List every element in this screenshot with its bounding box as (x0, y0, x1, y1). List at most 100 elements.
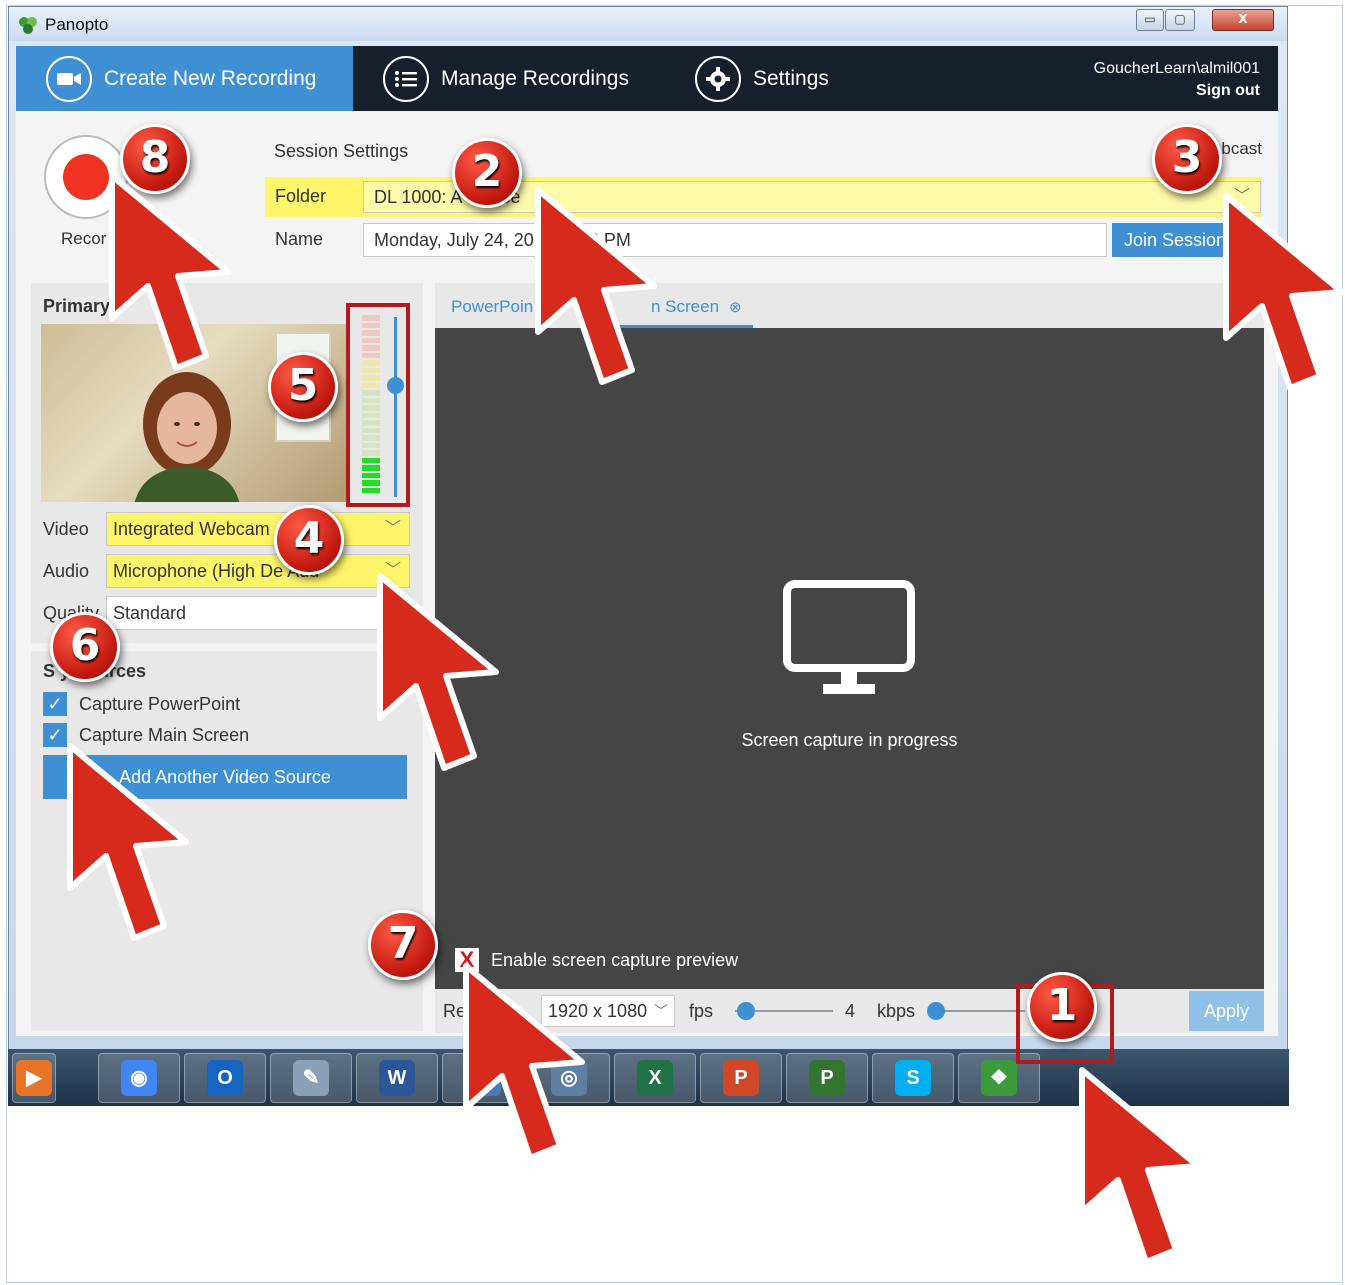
video-source-select[interactable]: Integrated Webcam ﹀ (106, 512, 410, 546)
taskbar-item[interactable]: ✎ (270, 1053, 352, 1103)
minimize-button[interactable]: ▭ (1136, 9, 1164, 31)
taskbar-item[interactable]: P (786, 1053, 868, 1103)
level-bar (362, 375, 380, 381)
apply-button[interactable]: Apply (1189, 991, 1264, 1031)
step-badge-6: 6 (50, 612, 120, 682)
volume-slider-track[interactable] (394, 317, 397, 497)
audio-source-select[interactable]: Microphone (High De Aud ﹀ (106, 554, 410, 588)
level-bar (362, 487, 380, 493)
level-bar (362, 427, 380, 433)
level-bar (362, 472, 380, 478)
chevron-down-icon: ﹀ (384, 520, 401, 537)
cursor-arrow-icon (1079, 1067, 1201, 1265)
level-bar (362, 360, 380, 366)
volume-slider-handle[interactable] (387, 377, 404, 395)
kbps-slider-track[interactable] (935, 1010, 1025, 1012)
media-player-icon: ▶ (16, 1060, 52, 1096)
tab-label: Settings (753, 66, 829, 90)
step-badge-3: 3 (1152, 124, 1222, 194)
step-badge-1: 1 (1027, 972, 1097, 1042)
quality-select[interactable]: Standard (106, 596, 410, 630)
session-name-input[interactable]: Monday, July 24, 201 :23:28 PM (363, 223, 1107, 257)
level-bar (362, 337, 380, 343)
level-bar (362, 345, 380, 351)
cursor-arrow-icon (1223, 193, 1345, 391)
level-bar (362, 315, 380, 321)
close-button[interactable]: X (1212, 9, 1274, 31)
audio-level-bars (362, 315, 380, 493)
maximize-button[interactable]: ▢ (1165, 9, 1195, 31)
outlook-icon: O (207, 1060, 243, 1096)
username: GoucherLearn\almil001 (1093, 60, 1260, 77)
level-bar (362, 420, 380, 426)
level-bar (362, 435, 380, 441)
primary-source-title: Primary (43, 296, 111, 316)
cursor-arrow-icon (535, 187, 657, 385)
level-bar (362, 480, 380, 486)
tab-create-new-recording[interactable]: Create New Recording (16, 46, 353, 111)
record-label: Recor (61, 229, 107, 248)
main-nav: Create New Recording Manage Recordings S… (16, 46, 1278, 111)
tab-manage-recordings[interactable]: Manage Recordings (383, 46, 629, 111)
tab-label: Manage Recordings (441, 66, 629, 90)
kbps-label: kbps (877, 1001, 916, 1021)
level-bar (362, 412, 380, 418)
excel-icon: X (637, 1060, 673, 1096)
tab-label: Create New Recording (104, 66, 317, 90)
taskbar-item[interactable]: P (700, 1053, 782, 1103)
level-bar (362, 405, 380, 411)
level-bar (362, 442, 380, 448)
session-settings-title: Session Settings (274, 141, 409, 161)
kbps-slider-handle[interactable] (927, 1002, 945, 1020)
taskbar-item[interactable]: S (872, 1053, 954, 1103)
user-info: GoucherLearn\almil001 Sign out (1094, 58, 1260, 102)
taskbar-item[interactable]: W (356, 1053, 438, 1103)
checkbox-checked-icon[interactable]: ✓ (43, 692, 67, 716)
monitor-icon (783, 580, 915, 694)
level-bar (362, 322, 380, 328)
cursor-arrow-icon (109, 173, 231, 371)
video-label: Video (43, 519, 89, 539)
chrome-icon: ◉ (121, 1060, 157, 1096)
close-tab-icon[interactable]: ⊗ (729, 299, 742, 316)
tab-powerpoint[interactable]: PowerPoin (451, 297, 533, 317)
level-bar (362, 367, 380, 373)
audio-level-meter (346, 303, 410, 507)
name-label: Name (275, 229, 324, 249)
webcast-checkbox-label[interactable]: bcast (1221, 139, 1262, 159)
skype-icon: S (895, 1060, 931, 1096)
capture-status-text: Screen capture in progress (741, 730, 958, 750)
level-bar (362, 330, 380, 336)
step-badge-7: 7 (368, 910, 438, 980)
cursor-arrow-icon (463, 963, 585, 1161)
video-source-value: Integrated Webcam (113, 519, 270, 539)
camera-icon (46, 55, 92, 102)
step-badge-5: 5 (268, 352, 338, 422)
quality-value: Standard (113, 603, 187, 623)
title-bar: Panopto ▭ ▢ X (9, 7, 1287, 41)
level-bar (362, 457, 380, 463)
audio-row: Audio Microphone (High De Aud ﹀ (31, 554, 423, 588)
capture-powerpoint-option[interactable]: ✓ Capture PowerPoint (43, 691, 240, 717)
audio-label: Audio (43, 561, 90, 581)
taskbar-item[interactable]: ◉ (98, 1053, 180, 1103)
cursor-arrow-icon (377, 573, 499, 771)
level-bar (362, 390, 380, 396)
cursor-arrow-icon (67, 743, 189, 941)
sign-out-link[interactable]: Sign out (1094, 80, 1260, 102)
tab-settings[interactable]: Settings (695, 46, 829, 111)
fps-slider-handle[interactable] (737, 1002, 755, 1020)
taskbar-item[interactable]: ▶ (12, 1053, 56, 1103)
window-title: Panopto (45, 15, 109, 34)
step-badge-2: 2 (452, 138, 522, 208)
project-icon: P (809, 1060, 845, 1096)
fps-value: 4 (845, 1001, 856, 1021)
taskbar-item[interactable]: O (184, 1053, 266, 1103)
powerpoint-icon: P (723, 1060, 759, 1096)
notes-icon: ✎ (293, 1060, 329, 1096)
panopto-logo-icon (19, 17, 37, 34)
taskbar-item[interactable]: X (614, 1053, 696, 1103)
folder-label: Folder (275, 186, 327, 206)
capture-powerpoint-label: Capture PowerPoint (79, 693, 241, 714)
panopto-icon: ❖ (981, 1060, 1017, 1096)
